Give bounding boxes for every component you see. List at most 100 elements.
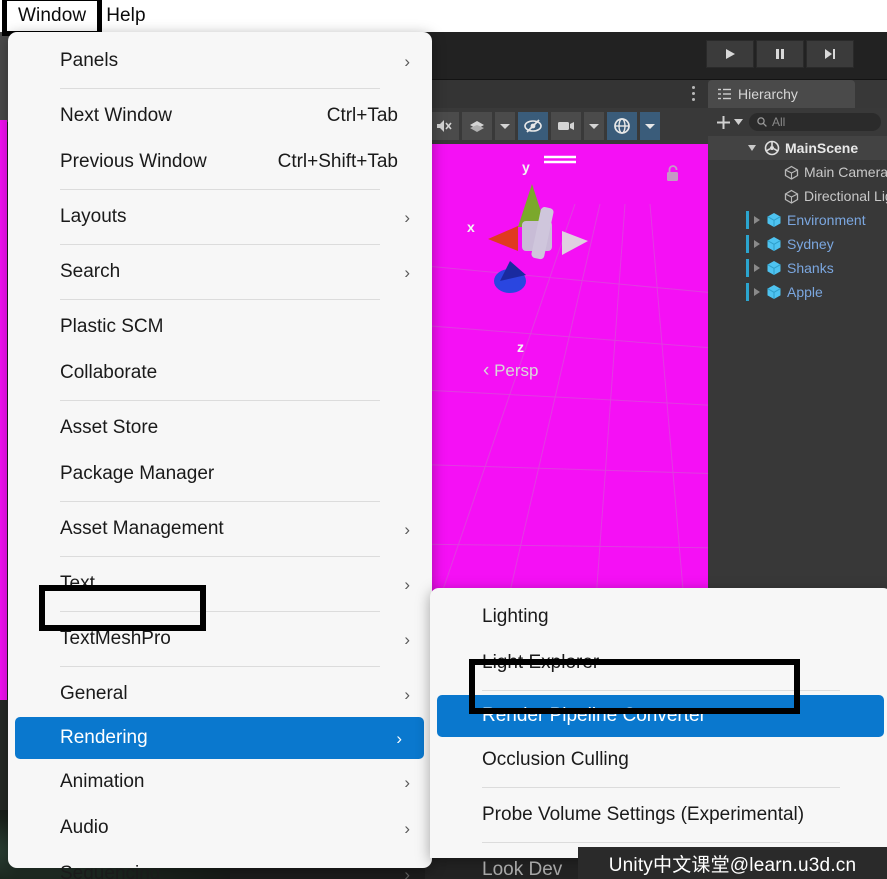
gameobject-icon — [784, 189, 799, 204]
scene-orientation-gizmo — [488, 184, 588, 293]
submenu-separator — [482, 690, 840, 691]
menu-item-label: Animation — [60, 771, 145, 792]
menu-item-search[interactable]: Search › — [8, 249, 432, 295]
menu-item-layouts[interactable]: Layouts › — [8, 194, 432, 240]
scene-effects-icon[interactable] — [462, 112, 492, 140]
submenu-item-label: Light Explorer — [482, 652, 600, 673]
scene-camera-dropdown-icon[interactable] — [584, 112, 604, 140]
menu-item-label: Plastic SCM — [60, 316, 164, 337]
hierarchy-row-environment[interactable]: Environment — [708, 208, 887, 232]
submenu-item-probe-volume-settings[interactable]: Probe Volume Settings (Experimental) — [430, 792, 887, 838]
menu-item-panels[interactable]: Panels › — [8, 38, 432, 84]
menu-item-shortcut: Ctrl+Shift+Tab — [277, 151, 398, 172]
menu-item-general[interactable]: General › — [8, 671, 432, 717]
gizmo-axis-x-label: x — [467, 219, 475, 235]
pause-button[interactable] — [756, 40, 804, 68]
scene-projection-label[interactable]: ‹ Persp — [483, 360, 538, 382]
scene-tab-bar — [425, 80, 708, 108]
scene-view-panel: y x z ‹ Persp — [425, 80, 708, 613]
menu-item-collaborate[interactable]: Collaborate — [8, 350, 432, 396]
menu-item-asset-store[interactable]: Asset Store — [8, 405, 432, 451]
gizmo-axis-y-label: y — [522, 159, 530, 175]
menu-item-label: Layouts — [60, 206, 127, 227]
submenu-item-lighting[interactable]: Lighting — [430, 594, 887, 640]
scene-camera-icon[interactable] — [551, 112, 581, 140]
hierarchy-label: MainScene — [785, 140, 859, 156]
collapsed-arrow-icon[interactable] — [754, 288, 760, 296]
window-menu-dropdown: Panels › Next Window Ctrl+Tab Previous W… — [8, 32, 432, 879]
menu-item-text[interactable]: Text › — [8, 561, 432, 607]
menu-window[interactable]: Window — [1, 0, 103, 36]
menu-item-audio[interactable]: Audio › — [8, 805, 432, 851]
audio-mute-icon[interactable] — [429, 112, 459, 140]
hierarchy-row-sydney[interactable]: Sydney — [708, 232, 887, 256]
gizmo-axis-z-label: z — [517, 339, 524, 355]
scene-effects-dropdown-icon[interactable] — [495, 112, 515, 140]
menu-item-textmeshpro[interactable]: TextMeshPro › — [8, 616, 432, 662]
menu-help[interactable]: Help — [98, 2, 153, 30]
chevron-down-icon — [734, 119, 743, 125]
collapsed-arrow-icon[interactable] — [754, 264, 760, 272]
prefab-marker — [746, 211, 749, 229]
hierarchy-panel: Hierarchy All MainScene Main Camera Dire… — [708, 80, 887, 613]
submenu-separator — [482, 842, 840, 843]
menu-item-next-window[interactable]: Next Window Ctrl+Tab — [8, 93, 432, 139]
gameobject-icon — [784, 165, 799, 180]
scene-more-options-icon[interactable] — [692, 86, 696, 104]
menu-item-label: Audio — [60, 817, 109, 838]
application-menu-bar: Window Help — [0, 0, 887, 36]
step-button[interactable] — [806, 40, 854, 68]
collapsed-arrow-icon[interactable] — [754, 216, 760, 224]
editor-toolbar — [425, 32, 887, 80]
chevron-right-icon: › — [404, 684, 410, 704]
menu-separator — [60, 244, 380, 245]
menu-item-animation[interactable]: Animation › — [8, 759, 432, 805]
scene-visibility-icon[interactable] — [518, 112, 548, 140]
hierarchy-label: Shanks — [787, 260, 834, 276]
menu-item-label: Search — [60, 261, 121, 282]
submenu-item-occlusion-culling[interactable]: Occlusion Culling — [430, 737, 887, 783]
add-gameobject-button[interactable] — [716, 115, 743, 130]
hierarchy-row-directional-light[interactable]: Directional Light — [708, 184, 887, 208]
scene-view-toolbar — [425, 108, 708, 144]
hierarchy-row-shanks[interactable]: Shanks — [708, 256, 887, 280]
expanded-arrow-icon[interactable] — [748, 145, 756, 151]
menu-item-package-manager[interactable]: Package Manager — [8, 451, 432, 497]
hierarchy-row-main-camera[interactable]: Main Camera — [708, 160, 887, 184]
rendering-submenu: Lighting Light Explorer Render Pipeline … — [430, 588, 887, 879]
menu-item-label: Collaborate — [60, 362, 158, 383]
scene-gizmos-icon[interactable] — [607, 112, 637, 140]
chevron-right-icon: › — [404, 772, 410, 792]
hierarchy-row-apple[interactable]: Apple — [708, 280, 887, 304]
menu-item-label: Next Window — [60, 105, 172, 126]
collapsed-arrow-icon[interactable] — [754, 240, 760, 248]
tab-hierarchy[interactable]: Hierarchy — [708, 80, 855, 108]
hierarchy-search-input[interactable]: All — [749, 113, 881, 131]
menu-separator — [60, 400, 380, 401]
hierarchy-toolbar: All — [708, 108, 887, 136]
menu-item-asset-management[interactable]: Asset Management › — [8, 506, 432, 552]
play-button[interactable] — [706, 40, 754, 68]
hierarchy-search-placeholder: All — [772, 115, 786, 129]
chevron-right-icon: › — [404, 818, 410, 838]
menu-item-previous-window[interactable]: Previous Window Ctrl+Shift+Tab — [8, 139, 432, 185]
menu-item-label: Package Manager — [60, 463, 215, 484]
menu-item-plastic-scm[interactable]: Plastic SCM — [8, 304, 432, 350]
menu-item-sequencing[interactable]: Sequencing › — [8, 851, 432, 879]
chevron-right-icon: › — [404, 262, 410, 282]
prefab-icon — [767, 261, 781, 275]
menu-item-rendering[interactable]: Rendering › — [15, 717, 424, 759]
chevron-right-icon: › — [404, 519, 410, 539]
menu-item-label: Asset Management — [60, 518, 224, 539]
submenu-separator — [482, 787, 840, 788]
hierarchy-label: Apple — [787, 284, 823, 300]
menu-separator — [60, 88, 380, 89]
hierarchy-row-scene[interactable]: MainScene — [708, 136, 887, 160]
submenu-item-light-explorer[interactable]: Light Explorer — [430, 640, 887, 686]
scene-viewport[interactable]: y x z ‹ Persp — [425, 144, 708, 613]
chevron-right-icon: › — [404, 51, 410, 71]
chevron-right-icon: › — [404, 207, 410, 227]
submenu-item-render-pipeline-converter[interactable]: Render Pipeline Converter — [437, 695, 884, 737]
chevron-right-icon: › — [404, 629, 410, 649]
scene-gizmos-dropdown-icon[interactable] — [640, 112, 660, 140]
